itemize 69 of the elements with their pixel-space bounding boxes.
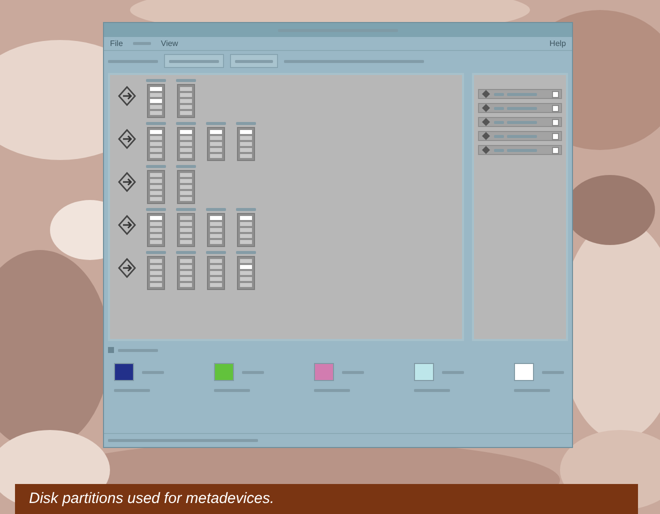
menu-item[interactable]: Help bbox=[550, 38, 566, 50]
controller-icon[interactable] bbox=[118, 170, 136, 192]
checkbox[interactable] bbox=[552, 90, 559, 98]
color-swatch[interactable] bbox=[114, 363, 134, 381]
figure-caption: Disk partitions used for metadevices. bbox=[29, 488, 274, 509]
disk-drawing[interactable] bbox=[147, 84, 165, 118]
color-swatch[interactable] bbox=[214, 363, 234, 381]
blurred-text bbox=[236, 251, 256, 254]
controller-list-item[interactable] bbox=[478, 145, 562, 155]
controller-list-item[interactable] bbox=[478, 131, 562, 141]
disk-drawing[interactable] bbox=[207, 127, 225, 161]
checkbox[interactable] bbox=[552, 104, 559, 112]
blurred-text bbox=[176, 208, 196, 211]
blurred-text bbox=[176, 251, 196, 254]
blurred-text bbox=[494, 134, 504, 138]
menu-item[interactable]: File bbox=[110, 38, 123, 50]
blurred-text bbox=[507, 148, 537, 152]
blurred-text bbox=[235, 60, 273, 62]
menu-item[interactable]: View bbox=[160, 38, 178, 50]
controller-icon[interactable] bbox=[118, 256, 136, 278]
disk-drawing[interactable] bbox=[207, 256, 225, 290]
disk-drawing[interactable] bbox=[177, 213, 195, 247]
disk-drawing[interactable] bbox=[237, 213, 255, 247]
blurred-text bbox=[146, 165, 166, 168]
blurred-text bbox=[236, 208, 256, 211]
disk-drawing[interactable] bbox=[147, 127, 165, 161]
blurred-text bbox=[169, 60, 219, 62]
blurred-text bbox=[176, 79, 196, 82]
disk-drawing[interactable] bbox=[147, 170, 165, 204]
disk-drawing[interactable] bbox=[237, 256, 255, 290]
color-swatch[interactable] bbox=[314, 363, 334, 381]
blurred-text bbox=[236, 122, 256, 125]
checkbox[interactable] bbox=[108, 347, 114, 353]
controller-icon[interactable] bbox=[118, 127, 136, 149]
checkbox[interactable] bbox=[552, 146, 559, 154]
checkbox[interactable] bbox=[552, 118, 559, 126]
blurred-text bbox=[507, 92, 537, 96]
controller-icon[interactable] bbox=[118, 213, 136, 235]
controller-list-item[interactable] bbox=[478, 103, 562, 113]
blurred-text bbox=[206, 251, 226, 254]
disk-drawing[interactable] bbox=[177, 170, 195, 204]
blurred-text bbox=[494, 120, 504, 124]
color-swatch[interactable] bbox=[414, 363, 434, 381]
disk-drawing[interactable] bbox=[177, 256, 195, 290]
blurred-text bbox=[507, 120, 537, 124]
blurred-text bbox=[507, 106, 537, 110]
blurred-text bbox=[507, 134, 537, 138]
blurred-text bbox=[176, 122, 196, 125]
blurred-text bbox=[146, 251, 166, 254]
blurred-text bbox=[494, 92, 504, 96]
blurred-text bbox=[206, 122, 226, 125]
controller-icon[interactable] bbox=[118, 84, 136, 106]
blurred-text bbox=[146, 122, 166, 125]
controller-list-item[interactable] bbox=[478, 89, 562, 99]
disk-drawing[interactable] bbox=[207, 213, 225, 247]
blurred-text bbox=[176, 165, 196, 168]
blurred-text bbox=[206, 208, 226, 211]
disk-drawing[interactable] bbox=[147, 256, 165, 290]
blurred-text bbox=[494, 106, 504, 110]
disk-drawing[interactable] bbox=[147, 213, 165, 247]
checkbox[interactable] bbox=[552, 132, 559, 140]
color-swatch[interactable] bbox=[514, 363, 534, 381]
disk-drawing[interactable] bbox=[177, 127, 195, 161]
blurred-text bbox=[146, 79, 166, 82]
blurred-text bbox=[146, 208, 166, 211]
disk-drawing[interactable] bbox=[177, 84, 195, 118]
blurred-text bbox=[494, 148, 504, 152]
disk-drawing[interactable] bbox=[237, 127, 255, 161]
controller-list-item[interactable] bbox=[478, 117, 562, 127]
